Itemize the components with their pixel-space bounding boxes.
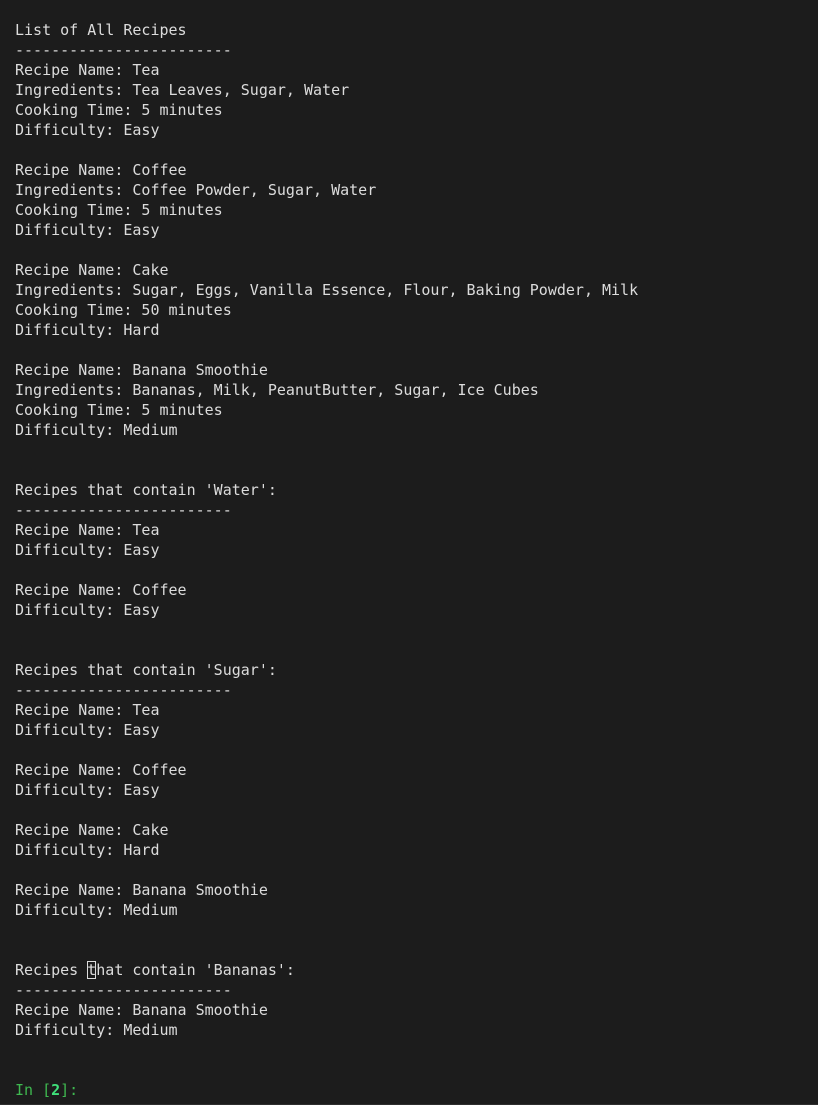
section-rule: ------------------------ bbox=[15, 41, 232, 59]
recipe-ingredients-line: Ingredients: Coffee Powder, Sugar, Water bbox=[15, 181, 377, 199]
recipe-difficulty-line: Difficulty: Easy bbox=[15, 781, 160, 799]
recipe-difficulty-line: Difficulty: Easy bbox=[15, 721, 160, 739]
notebook-page: List of All Recipes --------------------… bbox=[0, 0, 818, 1105]
input-prompt[interactable]: In [2]: bbox=[15, 1080, 78, 1100]
recipe-name-line: Recipe Name: Banana Smoothie bbox=[15, 1001, 268, 1019]
recipe-difficulty-line: Difficulty: Easy bbox=[15, 121, 160, 139]
recipe-difficulty-line: Difficulty: Easy bbox=[15, 221, 160, 239]
recipe-time-line: Cooking Time: 5 minutes bbox=[15, 401, 223, 419]
recipe-name-line: Recipe Name: Coffee bbox=[15, 581, 187, 599]
recipe-ingredients-line: Ingredients: Sugar, Eggs, Vanilla Essenc… bbox=[15, 281, 639, 299]
text-cursor: t bbox=[87, 961, 97, 979]
section-rule: ------------------------ bbox=[15, 501, 232, 519]
section-header-sugar: Recipes that contain 'Sugar': bbox=[15, 661, 277, 679]
recipe-difficulty-line: Difficulty: Easy bbox=[15, 601, 160, 619]
recipe-time-line: Cooking Time: 5 minutes bbox=[15, 101, 223, 119]
recipe-difficulty-line: Difficulty: Hard bbox=[15, 321, 160, 339]
recipe-difficulty-line: Difficulty: Hard bbox=[15, 841, 160, 859]
prompt-prefix: In [ bbox=[15, 1081, 52, 1099]
recipe-name-line: Recipe Name: Banana Smoothie bbox=[15, 361, 268, 379]
recipe-name-line: Recipe Name: Tea bbox=[15, 521, 160, 539]
recipe-ingredients-line: Ingredients: Tea Leaves, Sugar, Water bbox=[15, 81, 350, 99]
recipe-name-line: Recipe Name: Cake bbox=[15, 261, 169, 279]
recipe-ingredients-line: Ingredients: Bananas, Milk, PeanutButter… bbox=[15, 381, 539, 399]
recipe-time-line: Cooking Time: 5 minutes bbox=[15, 201, 223, 219]
section-header-all: List of All Recipes bbox=[15, 21, 187, 39]
section-rule: ------------------------ bbox=[15, 681, 232, 699]
prompt-suffix: ]: bbox=[60, 1081, 79, 1099]
recipe-name-line: Recipe Name: Tea bbox=[15, 61, 160, 79]
recipe-difficulty-line: Difficulty: Medium bbox=[15, 1021, 178, 1039]
header-text-suffix: hat contain 'Bananas': bbox=[96, 961, 295, 979]
recipe-difficulty-line: Difficulty: Medium bbox=[15, 901, 178, 919]
recipe-name-line: Recipe Name: Coffee bbox=[15, 161, 187, 179]
header-text-prefix: Recipes bbox=[15, 961, 88, 979]
recipe-name-line: Recipe Name: Coffee bbox=[15, 761, 187, 779]
recipe-difficulty-line: Difficulty: Medium bbox=[15, 421, 178, 439]
section-header-bananas[interactable]: Recipes that contain 'Bananas': bbox=[15, 960, 810, 980]
recipe-difficulty-line: Difficulty: Easy bbox=[15, 541, 160, 559]
prompt-number: 2 bbox=[51, 1081, 61, 1099]
section-rule: ------------------------ bbox=[15, 981, 232, 999]
recipe-time-line: Cooking Time: 50 minutes bbox=[15, 301, 232, 319]
recipe-name-line: Recipe Name: Cake bbox=[15, 821, 169, 839]
cell-output: List of All Recipes --------------------… bbox=[15, 20, 810, 1040]
recipe-name-line: Recipe Name: Banana Smoothie bbox=[15, 881, 268, 899]
section-header-water: Recipes that contain 'Water': bbox=[15, 481, 277, 499]
recipe-name-line: Recipe Name: Tea bbox=[15, 701, 160, 719]
